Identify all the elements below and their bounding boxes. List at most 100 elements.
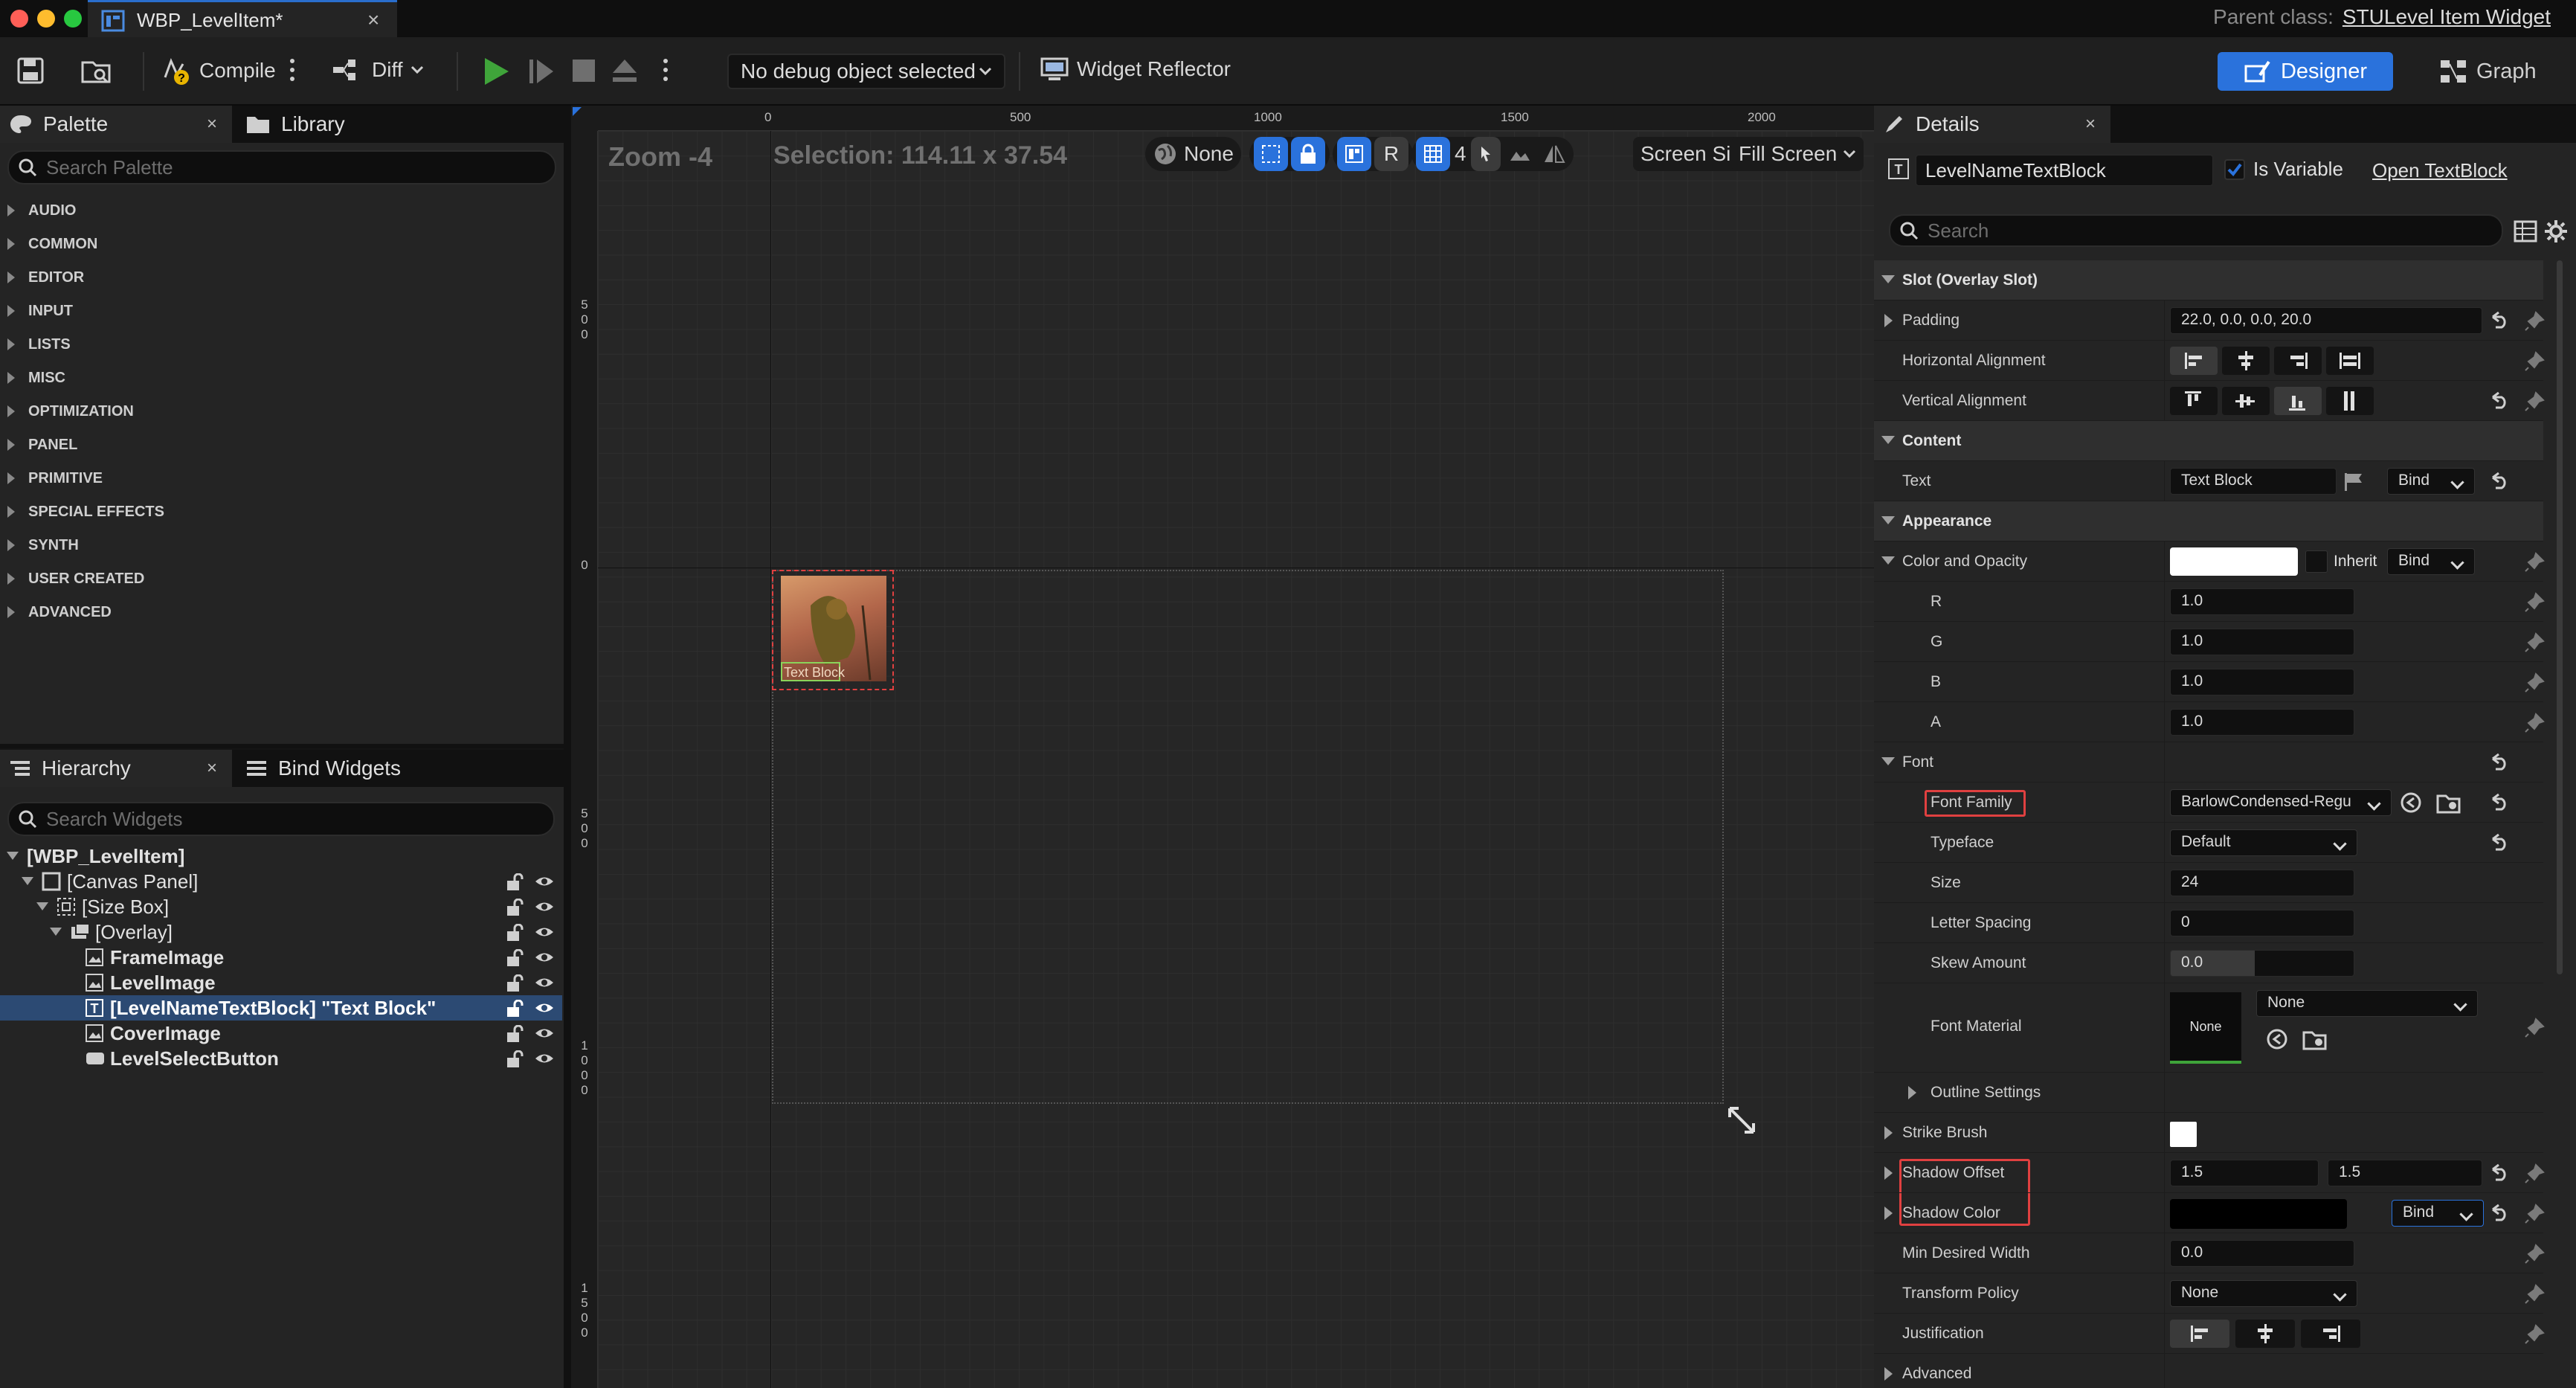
typeface-dropdown[interactable]: Default	[2170, 829, 2357, 856]
letter-spacing-input[interactable]: 0	[2170, 910, 2354, 936]
hierarchy-search-input[interactable]: Search Widgets	[7, 802, 555, 836]
eye-icon[interactable]	[534, 1050, 555, 1067]
designer-viewport[interactable]: 0 500 1000 1500 2000 500 0 500 1000 1500…	[571, 106, 1874, 1388]
pin-icon[interactable]	[2524, 592, 2545, 613]
color-g-input[interactable]: 1.0	[2170, 629, 2354, 655]
lock-icon[interactable]	[506, 949, 525, 967]
valign-bottom-button[interactable]	[2274, 387, 2322, 415]
pin-icon[interactable]	[2524, 672, 2545, 693]
pin-icon[interactable]	[2524, 632, 2545, 653]
lock-icon[interactable]	[506, 1025, 525, 1043]
localization-flag-icon[interactable]	[2342, 472, 2365, 492]
pin-icon[interactable]	[2524, 391, 2545, 412]
tab-hierarchy[interactable]: Hierarchy ×	[0, 750, 232, 787]
eye-icon[interactable]	[534, 873, 555, 890]
pin-icon[interactable]	[2524, 1324, 2545, 1345]
diff-button[interactable]: Diff	[332, 57, 424, 83]
tab-bind-widgets[interactable]: Bind Widgets	[236, 750, 474, 787]
halign-fill-button[interactable]	[2326, 347, 2374, 375]
reset-to-default-icon[interactable]	[2488, 1204, 2509, 1221]
widget-reflector-button[interactable]: Widget Reflector	[1040, 57, 1231, 82]
fill-screen-dropdown[interactable]: Fill Screen	[1731, 137, 1864, 171]
tree-item[interactable]: [Size Box]	[0, 894, 562, 919]
lock-toggle[interactable]	[1291, 137, 1325, 171]
designer-mode-button[interactable]: Designer	[2218, 52, 2393, 91]
reset-to-default-icon[interactable]	[2488, 753, 2509, 771]
palette-category[interactable]: MISC	[0, 367, 65, 389]
grid-snap-value[interactable]: 4	[1455, 142, 1466, 166]
play-options-icon[interactable]	[662, 57, 669, 83]
tab-palette[interactable]: Palette ×	[0, 106, 232, 143]
details-scrollbar[interactable]	[2557, 260, 2563, 974]
property-matrix-icon[interactable]	[2514, 220, 2537, 242]
palette-category[interactable]: INPUT	[0, 300, 73, 322]
layout-toggle[interactable]	[1337, 137, 1371, 171]
selected-widget-outline[interactable]: Text Block	[772, 570, 894, 690]
inherit-checkbox[interactable]	[2305, 550, 2328, 573]
lock-icon[interactable]	[506, 1050, 525, 1068]
pin-icon[interactable]	[2524, 1018, 2545, 1038]
text-input[interactable]: Text Block	[2170, 468, 2337, 495]
use-selected-asset-icon[interactable]	[2265, 1028, 2289, 1050]
reset-to-default-icon[interactable]	[2488, 391, 2509, 409]
browse-icon[interactable]	[80, 57, 112, 85]
color-b-input[interactable]: 1.0	[2170, 669, 2354, 695]
pin-icon[interactable]	[2524, 713, 2545, 733]
close-hierarchy-icon[interactable]: ×	[207, 758, 217, 779]
eye-icon[interactable]	[534, 974, 555, 991]
halign-center-button[interactable]	[2222, 347, 2270, 375]
justify-center-button[interactable]	[2235, 1320, 2295, 1348]
shadow-color-bind-dropdown[interactable]: Bind	[2392, 1200, 2484, 1227]
lock-icon[interactable]	[506, 899, 525, 916]
palette-category[interactable]: USER CREATED	[0, 568, 144, 590]
is-variable-checkbox[interactable]: Is Variable	[2224, 158, 2343, 181]
pin-icon[interactable]	[2524, 552, 2545, 573]
section-slot[interactable]: Slot (Overlay Slot)	[1874, 260, 2543, 301]
widget-name-input[interactable]: LevelNameTextBlock	[1916, 155, 2213, 186]
color-swatch[interactable]	[2170, 547, 2298, 576]
justify-left-button[interactable]	[2170, 1320, 2229, 1348]
lock-icon[interactable]	[506, 924, 525, 942]
play-button[interactable]	[479, 55, 512, 88]
tree-item[interactable]: [WBP_LevelItem]	[0, 844, 562, 869]
eye-icon[interactable]	[534, 924, 555, 940]
browse-asset-icon[interactable]	[2302, 1028, 2328, 1050]
graph-mode-button[interactable]: Graph	[2439, 52, 2540, 91]
valign-center-button[interactable]	[2222, 387, 2270, 415]
palette-category[interactable]: PANEL	[0, 434, 77, 456]
palette-category[interactable]: PRIMITIVE	[0, 467, 103, 489]
text-block-preview[interactable]: Text Block	[781, 662, 845, 681]
eject-button[interactable]	[610, 57, 640, 85]
color-a-input[interactable]: 1.0	[2170, 709, 2354, 736]
settings-gear-icon[interactable]	[2543, 219, 2569, 244]
tree-item[interactable]: [Canvas Panel]	[0, 869, 562, 894]
minimize-window-button[interactable]	[37, 10, 55, 28]
debug-object-select[interactable]: No debug object selected	[727, 54, 1005, 89]
dashed-bounds-toggle[interactable]	[1254, 137, 1288, 171]
pin-icon[interactable]	[2524, 351, 2545, 372]
document-tab[interactable]: WBP_LevelItem* ×	[88, 0, 397, 37]
tab-details[interactable]: Details ×	[1874, 106, 2110, 143]
tree-item[interactable]: FrameImage	[0, 945, 562, 970]
palette-category[interactable]: SPECIAL EFFECTS	[0, 501, 164, 523]
palette-category[interactable]: LISTS	[0, 333, 71, 356]
pin-icon[interactable]	[2524, 311, 2545, 332]
pin-icon[interactable]	[2524, 1204, 2545, 1224]
use-selected-asset-icon[interactable]	[2399, 791, 2423, 814]
eye-icon[interactable]	[534, 899, 555, 915]
flip-toggle[interactable]	[1539, 137, 1569, 171]
reset-to-default-icon[interactable]	[2488, 833, 2509, 851]
tree-item[interactable]: LevelImage	[0, 970, 562, 995]
advance-frame-button[interactable]	[527, 57, 556, 86]
pointer-toggle[interactable]	[1470, 137, 1501, 171]
justify-right-button[interactable]	[2301, 1320, 2360, 1348]
localization-preview-button[interactable]: None	[1145, 137, 1241, 171]
save-icon[interactable]	[16, 57, 45, 85]
valign-top-button[interactable]	[2170, 387, 2218, 415]
background-image-toggle[interactable]	[1505, 137, 1535, 171]
palette-category[interactable]: ADVANCED	[0, 601, 112, 623]
browse-asset-icon[interactable]	[2436, 791, 2461, 814]
halign-left-button[interactable]	[2170, 347, 2218, 375]
color-r-input[interactable]: 1.0	[2170, 588, 2354, 615]
shadow-offset-y-input[interactable]: 1.5	[2328, 1160, 2482, 1186]
